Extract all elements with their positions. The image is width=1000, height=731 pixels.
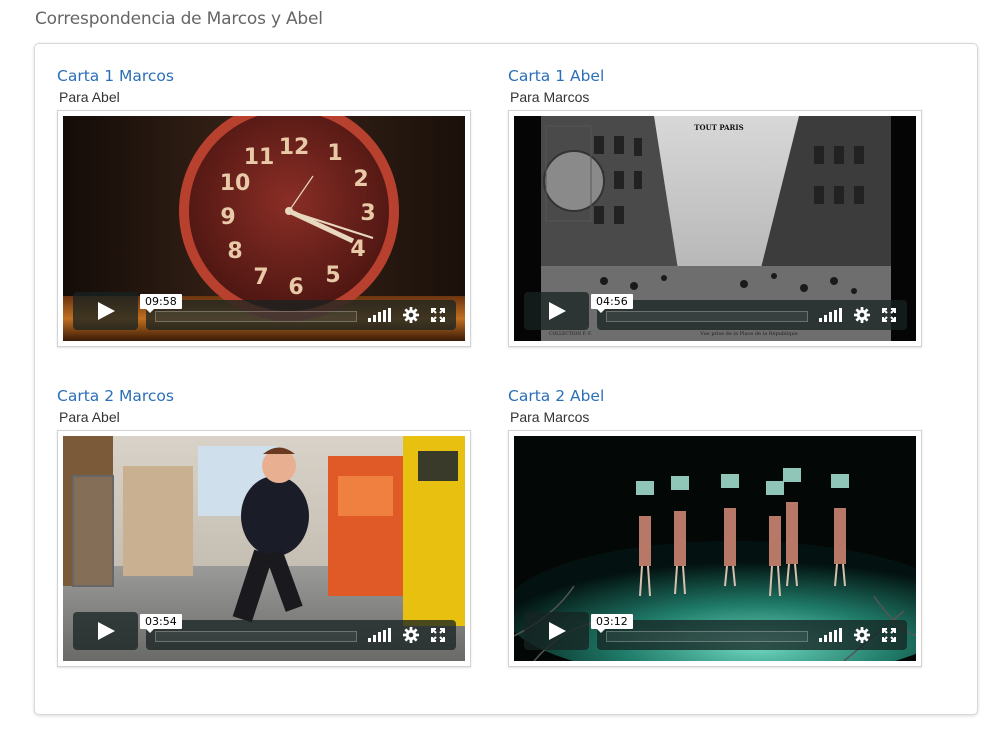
volume-icon[interactable] xyxy=(368,628,392,642)
play-icon xyxy=(549,622,566,640)
video-panel: Carta 1 Marcos Para Abel 12 1 2 3 4 5 6 … xyxy=(34,43,978,715)
video-item: Carta 2 Marcos Para Abel 03:54 xyxy=(57,387,473,677)
duration-badge: 04:56 xyxy=(591,294,633,313)
gear-icon[interactable] xyxy=(854,627,870,643)
fullscreen-icon[interactable] xyxy=(882,308,896,322)
video-item: Carta 2 Abel Para Marcos 03:12 xyxy=(508,387,924,677)
gear-icon[interactable] xyxy=(403,307,419,323)
video-subtitle: Para Abel xyxy=(59,89,120,105)
fullscreen-icon[interactable] xyxy=(882,628,896,642)
svg-text:6: 6 xyxy=(288,275,303,300)
volume-icon[interactable] xyxy=(819,628,843,642)
duration-badge: 09:58 xyxy=(140,294,182,313)
svg-text:5: 5 xyxy=(325,263,340,288)
play-icon xyxy=(98,302,115,320)
video-player[interactable]: 03:12 xyxy=(514,436,916,661)
video-title-link[interactable]: Carta 1 Abel xyxy=(508,67,604,85)
player-controls xyxy=(597,300,907,330)
video-subtitle: Para Abel xyxy=(59,409,120,425)
play-button[interactable] xyxy=(524,612,589,650)
player-controls xyxy=(146,300,456,330)
video-subtitle: Para Marcos xyxy=(510,409,590,425)
svg-text:2: 2 xyxy=(353,167,368,192)
video-item: Carta 1 Abel Para Marcos TOUT PARIS Vue … xyxy=(508,67,924,357)
player-controls xyxy=(597,620,907,650)
fullscreen-icon[interactable] xyxy=(431,308,445,322)
video-frame: 03:12 xyxy=(508,430,922,667)
svg-text:3: 3 xyxy=(360,201,375,226)
svg-text:7: 7 xyxy=(253,265,268,290)
svg-text:10: 10 xyxy=(220,171,251,196)
page-title: Correspondencia de Marcos y Abel xyxy=(35,9,323,29)
play-button[interactable] xyxy=(524,292,589,330)
video-player[interactable]: 03:54 xyxy=(63,436,465,661)
video-subtitle: Para Marcos xyxy=(510,89,590,105)
video-item: Carta 1 Marcos Para Abel 12 1 2 3 4 5 6 … xyxy=(57,67,473,357)
duration-badge: 03:12 xyxy=(591,614,633,633)
gear-icon[interactable] xyxy=(403,627,419,643)
fullscreen-icon[interactable] xyxy=(431,628,445,642)
video-frame: 12 1 2 345 678 9 10 11 09:58 xyxy=(57,110,471,347)
progress-bar[interactable] xyxy=(606,311,808,322)
play-icon xyxy=(549,302,566,320)
video-player[interactable]: TOUT PARIS Vue prise de la Place de la R… xyxy=(514,116,916,341)
volume-icon[interactable] xyxy=(368,308,392,322)
progress-bar[interactable] xyxy=(155,631,357,642)
svg-text:8: 8 xyxy=(227,239,242,264)
postcard-footer-text: Vue prise de la Place de la République xyxy=(699,330,797,337)
postcard-collection-text: COLLECTION F. F. xyxy=(549,331,592,337)
svg-text:1: 1 xyxy=(327,141,342,166)
video-title-link[interactable]: Carta 2 Abel xyxy=(508,387,604,405)
svg-text:11: 11 xyxy=(244,145,275,170)
svg-text:12: 12 xyxy=(279,135,310,160)
play-button[interactable] xyxy=(73,612,138,650)
duration-badge: 03:54 xyxy=(140,614,182,633)
svg-text:9: 9 xyxy=(220,205,235,230)
video-player[interactable]: 12 1 2 345 678 9 10 11 09:58 xyxy=(63,116,465,341)
progress-bar[interactable] xyxy=(155,311,357,322)
volume-icon[interactable] xyxy=(819,308,843,322)
video-frame: TOUT PARIS Vue prise de la Place de la R… xyxy=(508,110,922,347)
play-button[interactable] xyxy=(73,292,138,330)
video-title-link[interactable]: Carta 2 Marcos xyxy=(57,387,174,405)
video-frame: 03:54 xyxy=(57,430,471,667)
play-icon xyxy=(98,622,115,640)
progress-bar[interactable] xyxy=(606,631,808,642)
video-title-link[interactable]: Carta 1 Marcos xyxy=(57,67,174,85)
postcard-header-text: TOUT PARIS xyxy=(694,123,743,132)
gear-icon[interactable] xyxy=(854,307,870,323)
player-controls xyxy=(146,620,456,650)
